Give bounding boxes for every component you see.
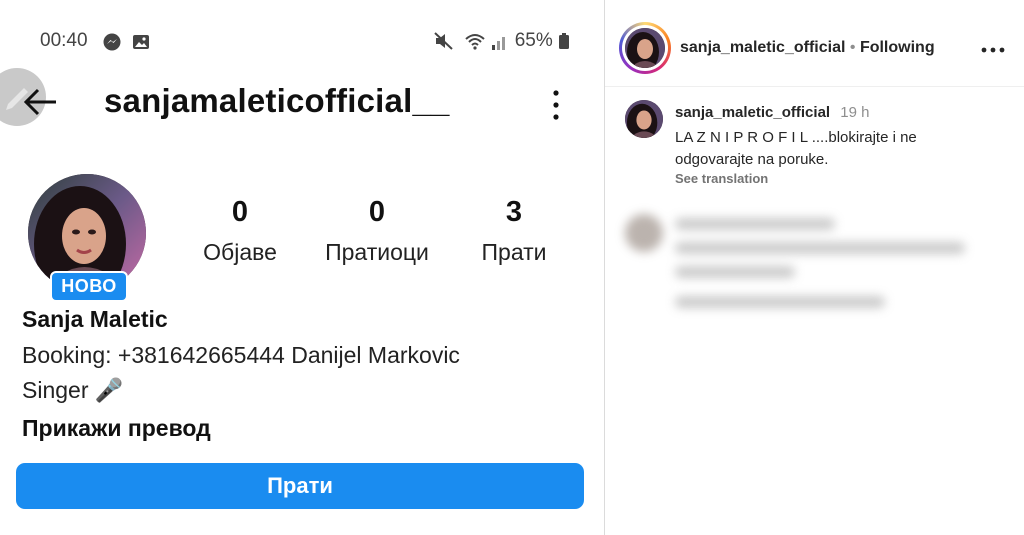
followers-label: Пратиоци <box>325 239 429 265</box>
header-divider <box>605 86 1024 87</box>
new-badge: НОВО <box>50 271 128 302</box>
status-left-icons <box>102 31 151 53</box>
post-header: sanja_maletic_official • Following <box>605 20 1024 78</box>
profile-username: sanjamaleticofficial__ <box>104 82 450 119</box>
blurred-comment <box>625 210 1024 320</box>
blurred-line <box>675 266 795 278</box>
back-arrow-icon[interactable] <box>22 84 58 120</box>
battery-percent: 65% <box>514 30 553 51</box>
post-panel: sanja_maletic_official • Following sanja… <box>605 0 1024 535</box>
messenger-icon <box>103 33 121 51</box>
following-label: Прати <box>481 239 547 265</box>
following-status-button[interactable]: Following <box>860 39 935 56</box>
bio-booking: Booking: +381642665444 Danijel Markovic <box>22 342 460 368</box>
screenshot-frame: 00:40 65% sanjamaleticofficial__ НОВО 0 … <box>0 0 1024 535</box>
wifi-icon <box>465 33 485 50</box>
stat-following[interactable]: 3 Прати <box>470 196 558 266</box>
status-time: 00:40 <box>40 30 88 51</box>
signal-icon <box>492 36 506 50</box>
phone-screenshot: 00:40 65% sanjamaleticofficial__ НОВО 0 … <box>0 0 605 535</box>
stat-followers[interactable]: 0 Пратиоци <box>310 196 444 266</box>
kebab-menu-icon[interactable] <box>548 88 564 122</box>
gallery-icon <box>133 34 150 49</box>
display-name: Sanja Maletic <box>22 306 168 332</box>
comment-avatar-portrait <box>625 100 663 138</box>
posts-count: 0 <box>231 196 249 228</box>
blurred-line <box>675 242 965 254</box>
blurred-avatar <box>625 214 663 252</box>
posts-label: Објаве <box>203 239 277 265</box>
blurred-line <box>675 218 835 230</box>
post-author-line: sanja_maletic_official • Following <box>680 39 935 57</box>
separator-dot: • <box>849 39 856 56</box>
more-horizontal-icon[interactable] <box>980 46 1006 54</box>
blurred-line <box>675 296 885 308</box>
ring-inner <box>622 25 668 71</box>
show-translation-link[interactable]: Прикажи превод <box>22 415 211 442</box>
stat-posts[interactable]: 0 Објаве <box>196 196 284 266</box>
battery-icon <box>559 32 569 49</box>
see-translation-link[interactable]: See translation <box>675 171 768 186</box>
comment-username[interactable]: sanja_maletic_official <box>675 104 830 121</box>
bio-occupation: Singer 🎤 <box>22 377 124 403</box>
comment-avatar[interactable] <box>625 100 663 138</box>
follow-button[interactable]: Прати <box>16 463 584 509</box>
post-author-username[interactable]: sanja_maletic_official <box>680 39 845 56</box>
status-bar: 00:40 65% <box>40 30 570 52</box>
followers-count: 0 <box>368 196 386 228</box>
comment-header: sanja_maletic_official 19 h <box>675 104 869 121</box>
following-count: 3 <box>505 196 523 228</box>
status-right-icons: 65% <box>433 30 570 52</box>
story-ring[interactable] <box>619 22 671 74</box>
mute-icon <box>434 32 453 50</box>
comment-text: LA Z N I P R O F I L ....blokirajte i ne… <box>675 129 917 168</box>
author-avatar-portrait <box>625 28 665 68</box>
author-avatar <box>625 28 665 68</box>
comment-time: 19 h <box>840 104 870 121</box>
